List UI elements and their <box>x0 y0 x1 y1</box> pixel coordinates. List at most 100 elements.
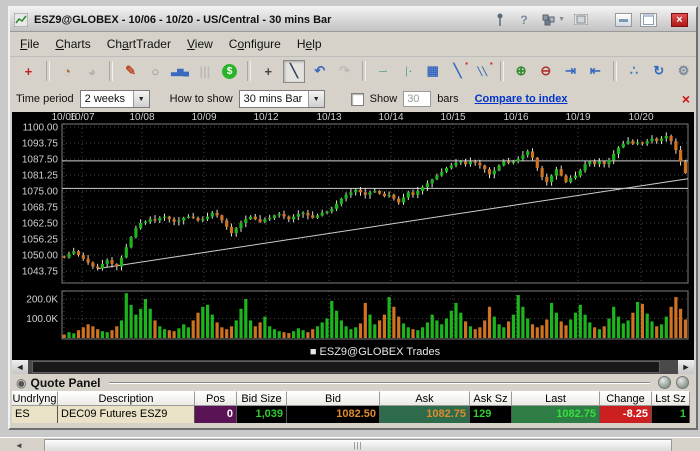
scroll-to-start-icon[interactable]: ⇤ <box>585 61 606 82</box>
svg-text:1068.75: 1068.75 <box>22 203 59 214</box>
time-period-select[interactable]: 2 weeks▼ <box>80 90 150 108</box>
svg-text:1075.00: 1075.00 <box>22 187 59 198</box>
vertical-line-icon[interactable]: │· <box>398 61 419 82</box>
app-scrollbar-thumb[interactable]: ||| <box>44 439 672 451</box>
toolbar-separator <box>46 61 50 81</box>
dollar-icon[interactable]: $ <box>219 61 240 82</box>
menu-charttrader[interactable]: ChartTrader <box>107 37 171 51</box>
quote-cell-last[interactable]: 1082.75 <box>512 406 600 423</box>
column-header-lst-sz: Lst Sz <box>652 391 690 406</box>
pin-icon[interactable] <box>492 12 508 28</box>
help-icon[interactable]: ? <box>516 12 532 28</box>
minimize-button[interactable] <box>615 13 632 27</box>
chevron-down-icon: ▼ <box>133 91 149 107</box>
svg-text:1081.25: 1081.25 <box>22 171 59 182</box>
how-to-show-label: How to show <box>170 93 233 105</box>
menu-file[interactable]: File <box>20 37 39 51</box>
quote-cell-bid-size[interactable]: 1,039 <box>237 406 287 423</box>
quote-cell-pos[interactable]: 0 <box>195 406 237 423</box>
chart-controls: Time period 2 weeks▼ How to show 30 mins… <box>10 86 696 112</box>
quote-table: UndrlyngDescriptionPosBid SizeBidAskAsk … <box>12 391 692 423</box>
price-chart[interactable]: 1100.001093.751087.501081.251075.001068.… <box>12 112 694 360</box>
column-header-description: Description <box>58 391 195 406</box>
bar-style-icon[interactable]: ▃▆▄ <box>170 61 191 82</box>
zoom-in-icon[interactable]: ⊕ <box>511 61 532 82</box>
svg-text:1050.00: 1050.00 <box>22 251 59 262</box>
quote-cell-description[interactable]: DEC09 Futures ESZ9 <box>58 406 195 423</box>
svg-text:10/13: 10/13 <box>316 112 341 123</box>
show-bars-checkbox[interactable] <box>351 93 364 106</box>
toolbar-separator <box>109 61 113 81</box>
grid-lines-icon: ||| <box>194 61 215 82</box>
svg-text:10/19: 10/19 <box>565 112 590 123</box>
column-header-bid-size: Bid Size <box>237 391 287 406</box>
trend-line-tool-icon[interactable]: ╲ <box>283 60 306 83</box>
scroll-right-arrow-icon[interactable]: ► <box>678 360 694 374</box>
scroll-left-arrow-icon[interactable]: ◄ <box>12 360 28 374</box>
app-horizontal-scrollbar[interactable]: ◄ ||| <box>0 437 700 451</box>
appearance-spheres-icon[interactable]: ∴ <box>624 61 645 82</box>
quote-cell-ask-sz[interactable]: 129 <box>470 406 512 423</box>
column-header-bid: Bid <box>287 391 380 406</box>
bars-label: bars <box>437 93 458 105</box>
scroll-left-arrow-icon[interactable]: ◄ <box>12 439 26 451</box>
quote-cell-undrlyng[interactable]: ES <box>12 406 58 423</box>
toolbar-separator <box>247 61 251 81</box>
maximize-button[interactable] <box>640 13 657 27</box>
svg-text:1100.00: 1100.00 <box>23 123 59 134</box>
compare-to-index-link[interactable]: Compare to index <box>475 93 568 105</box>
svg-text:■ ESZ9@GLOBEX Trades: ■ ESZ9@GLOBEX Trades <box>310 346 441 358</box>
indicator-panel-icon[interactable]: ▦ <box>422 61 443 82</box>
quote-cell-ask[interactable]: 1082.75 <box>380 406 470 423</box>
menu-view[interactable]: View <box>187 37 213 51</box>
chevron-down-icon[interactable]: ▼ <box>558 16 565 23</box>
quote-panel-globe-icon[interactable] <box>658 376 671 389</box>
svg-text:200.0K: 200.0K <box>26 295 58 306</box>
panel-window-icon[interactable] <box>573 12 589 28</box>
chart-window: ESZ9@GLOBEX - 10/06 - 10/20 - US/Central… <box>8 6 698 430</box>
svg-text:1062.50: 1062.50 <box>22 219 59 230</box>
show-label: Show <box>370 93 398 105</box>
parallel-lines-icon[interactable]: ╲╲▪ <box>472 61 493 82</box>
svg-text:10/14: 10/14 <box>378 112 403 123</box>
menu-help[interactable]: Help <box>297 37 322 51</box>
chart-scrollbar[interactable]: ◄ ► <box>12 360 694 374</box>
menu-configure[interactable]: Configure <box>229 37 281 51</box>
quote-cell-change[interactable]: -8.25 <box>600 406 652 423</box>
trendline-draw-icon[interactable]: ╲▪ <box>447 61 468 82</box>
move-chart-icon[interactable]: + <box>18 61 39 82</box>
svg-text:1043.75: 1043.75 <box>22 267 59 278</box>
toolbar-separator <box>500 61 504 81</box>
collapse-toggle-icon[interactable]: ◉ <box>16 376 26 390</box>
column-header-last: Last <box>512 391 600 406</box>
svg-text:10/08: 10/08 <box>129 112 154 123</box>
how-to-show-select[interactable]: 30 mins Bar▼ <box>239 90 325 108</box>
draw-pencil-icon[interactable]: ✎ <box>120 61 141 82</box>
time-scale-icon[interactable]: ◔ <box>57 61 78 82</box>
column-header-change: Change <box>600 391 652 406</box>
chart-scrollbar-track[interactable] <box>28 360 678 374</box>
zoom-out-icon[interactable]: ⊖ <box>535 61 556 82</box>
bars-count-input[interactable]: 30 <box>403 91 431 107</box>
chart-scrollbar-thumb[interactable] <box>32 361 660 373</box>
quote-cell-lst-sz[interactable]: 1 <box>652 406 690 423</box>
menu-charts[interactable]: Charts <box>55 37 90 51</box>
svg-text:10/16: 10/16 <box>503 112 528 123</box>
toolbar-separator <box>362 61 366 81</box>
refresh-icon[interactable]: ↻ <box>648 61 669 82</box>
undo-icon[interactable]: ↶ <box>309 61 330 82</box>
svg-text:1056.25: 1056.25 <box>22 235 59 246</box>
close-chart-x-icon[interactable]: × <box>682 91 690 107</box>
settings-wrench-icon[interactable]: ⚙ <box>673 61 694 82</box>
svg-text:100.0K: 100.0K <box>26 314 58 325</box>
quote-panel-settings-icon[interactable] <box>676 376 689 389</box>
chevron-down-icon: ▼ <box>308 91 324 107</box>
quote-cell-bid[interactable]: 1082.50 <box>287 406 380 423</box>
scroll-to-end-icon[interactable]: ⇥ <box>560 61 581 82</box>
ellipse-tool-icon[interactable]: ○ <box>145 61 166 82</box>
title-bar[interactable]: ESZ9@GLOBEX - 10/06 - 10/20 - US/Central… <box>10 8 696 32</box>
blocks-menu-icon[interactable] <box>540 12 556 28</box>
close-button[interactable]: × <box>671 13 688 27</box>
horizontal-line-icon[interactable]: ─· <box>373 61 394 82</box>
crosshair-icon[interactable]: + <box>258 61 279 82</box>
